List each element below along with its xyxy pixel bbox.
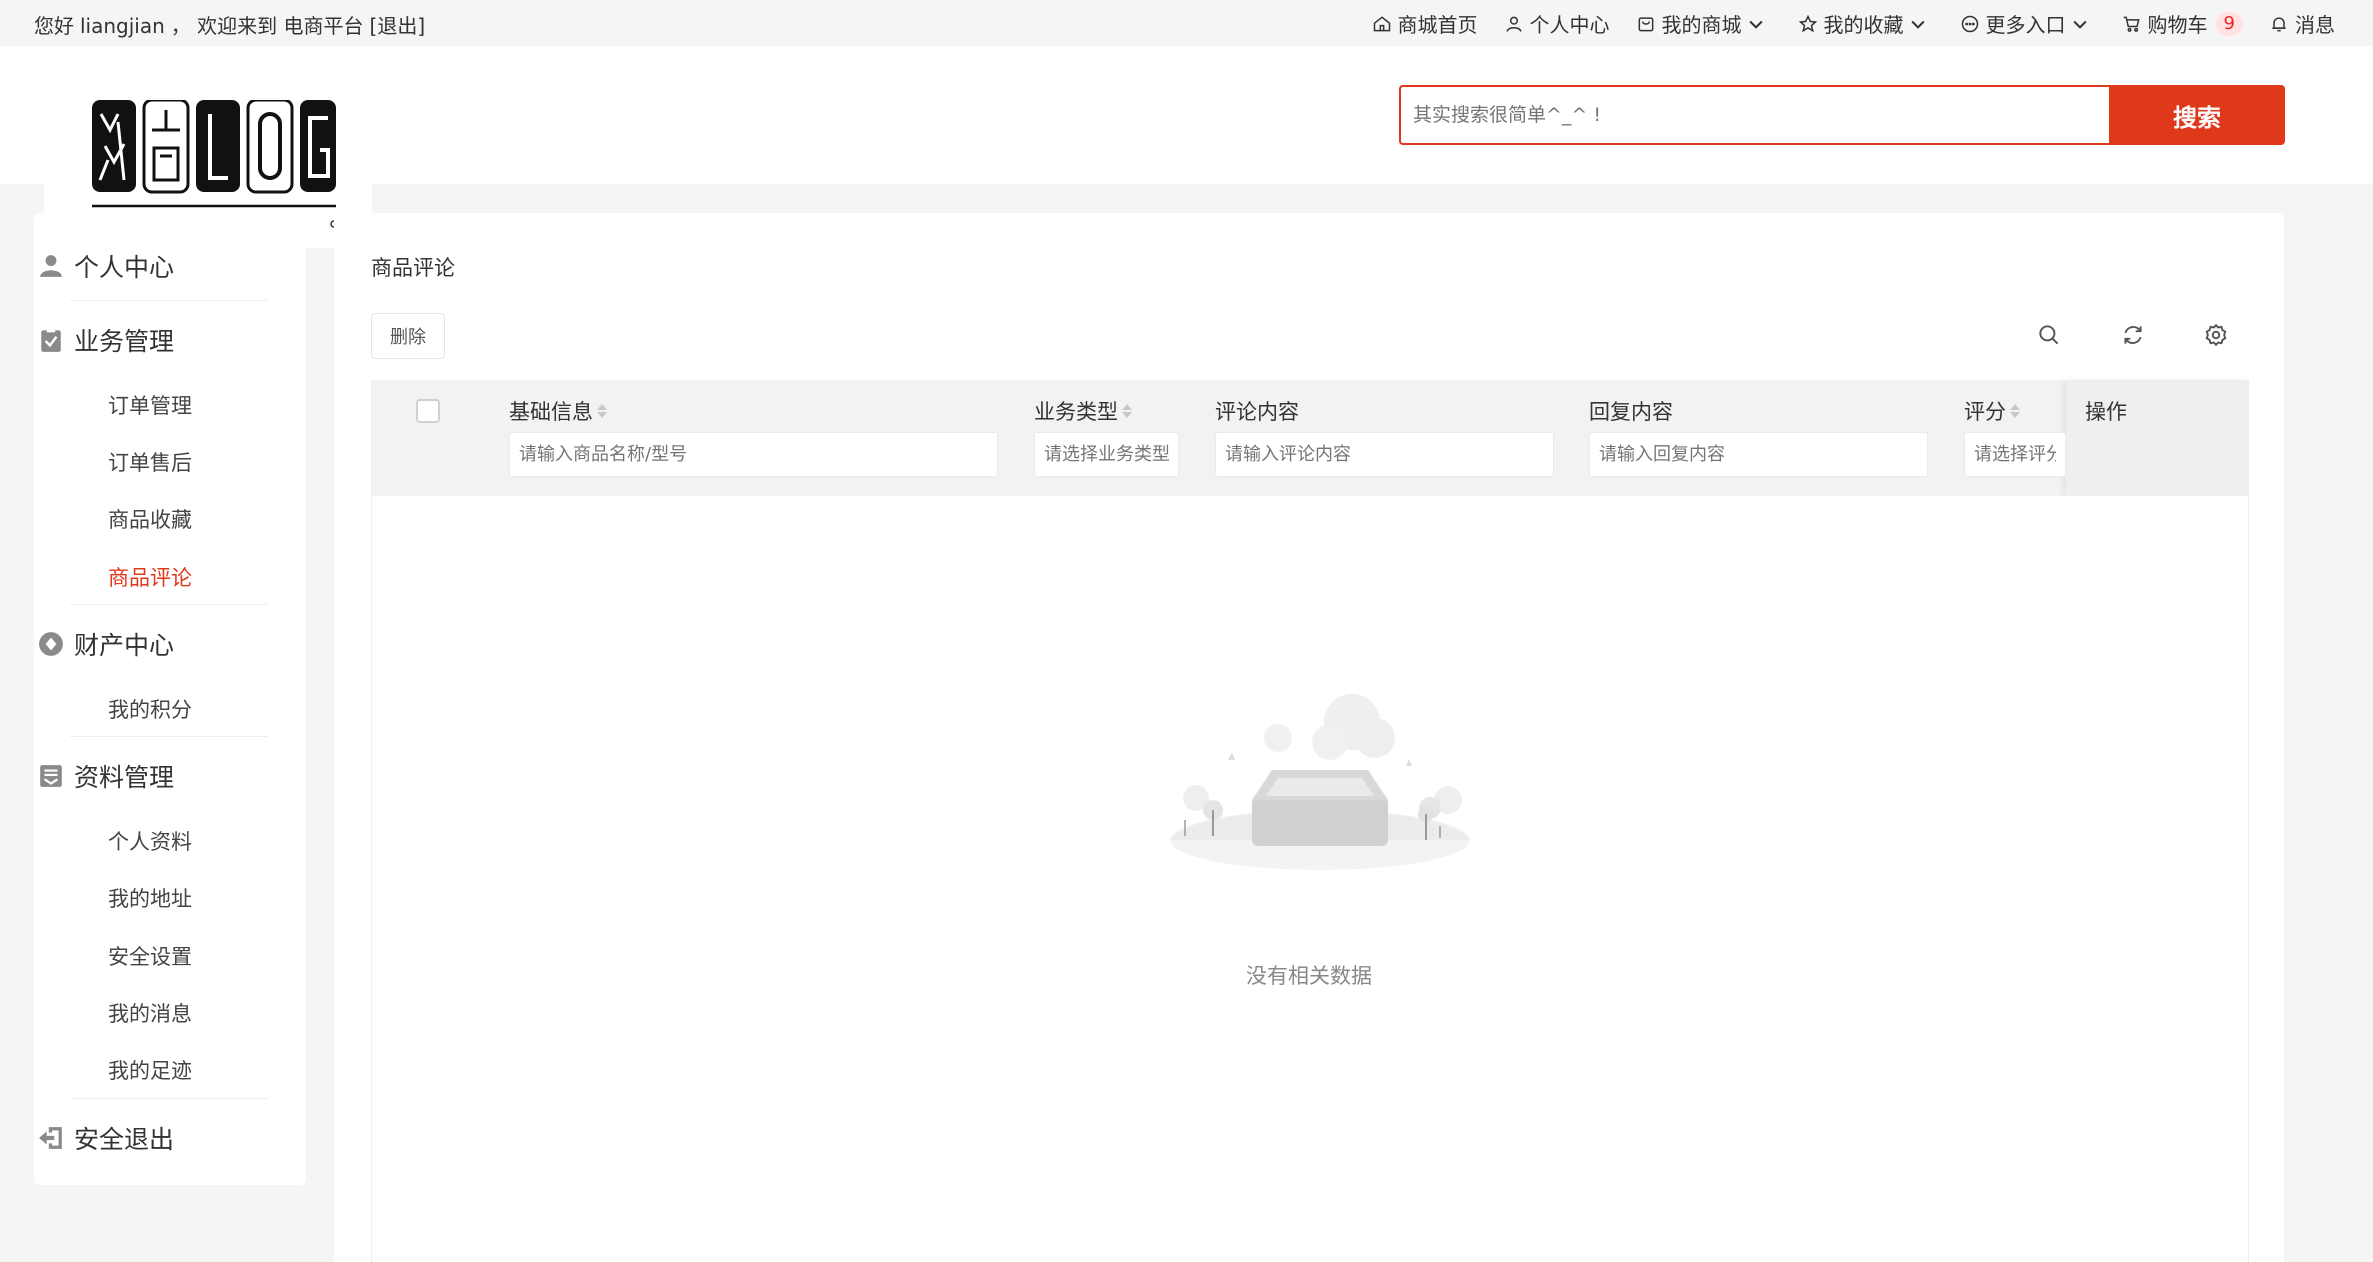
column-label: 回复内容 — [1589, 400, 1673, 424]
delete-button[interactable]: 删除 — [371, 313, 445, 359]
refresh-button[interactable] — [2120, 322, 2146, 348]
sidebar-group-assets[interactable]: 财产中心 — [38, 624, 268, 664]
sidebar-group-title: 财产中心 — [74, 631, 175, 660]
nav-home[interactable]: 商城首页 — [1372, 9, 1478, 38]
column-header-business-type[interactable]: 业务类型 — [1034, 396, 1132, 426]
nav-user-center[interactable]: 个人中心 — [1504, 9, 1610, 38]
refresh-icon — [2124, 326, 2142, 344]
user-icon — [1506, 16, 1521, 32]
greeting: 您好 liangjian， 欢迎来到 电商平台 [退出] — [34, 10, 431, 39]
column-label: 业务类型 — [1034, 400, 1118, 424]
logout-link[interactable]: [退出] — [370, 14, 426, 38]
nav-more-label: 更多入口 — [1985, 13, 2066, 37]
chevron-down-icon — [2072, 20, 2087, 29]
star-icon — [1798, 14, 1817, 32]
sidebar-group-title: 个人中心 — [74, 253, 175, 282]
column-header-reply-content: 回复内容 — [1589, 396, 1673, 426]
greeting-prefix: 您好 — [34, 14, 74, 38]
nav-favorites[interactable]: 我的收藏 — [1798, 9, 1934, 38]
sidebar-group-profile[interactable]: 资料管理 — [38, 756, 268, 796]
column-header-basic-info[interactable]: 基础信息 — [509, 396, 607, 426]
gear-icon — [2205, 323, 2227, 347]
nav-messages-label: 消息 — [2295, 13, 2335, 37]
nav-my-shop[interactable]: 我的商城 — [1636, 9, 1772, 38]
search-toggle-button[interactable] — [2036, 322, 2062, 348]
nav-user-label: 个人中心 — [1529, 13, 1610, 37]
search-input[interactable] — [1399, 85, 2109, 145]
profile-icon — [40, 765, 62, 787]
sidebar-group-title: 业务管理 — [74, 327, 175, 356]
nav-messages[interactable]: 消息 — [2269, 9, 2335, 38]
sidebar-item-product-favorites[interactable]: 商品收藏 — [108, 504, 192, 534]
diamond-icon — [39, 632, 63, 656]
sidebar-item-after-sales[interactable]: 订单售后 — [108, 447, 192, 477]
divider — [70, 300, 268, 301]
sort-icon[interactable] — [2010, 404, 2020, 418]
sort-icon[interactable] — [1122, 404, 1132, 418]
sidebar-item-my-address[interactable]: 我的地址 — [108, 883, 192, 913]
more-icon — [1961, 15, 1978, 32]
nav-home-label: 商城首页 — [1397, 13, 1478, 37]
filter-reply-content-input[interactable] — [1589, 432, 1928, 477]
clipboard-icon — [41, 328, 61, 352]
column-header-review-content: 评论内容 — [1215, 396, 1299, 426]
column-label: 评分 — [1964, 400, 2006, 424]
nav-cart[interactable]: 购物车 9 — [2122, 9, 2243, 38]
sidebar-logout[interactable]: 安全退出 — [38, 1118, 268, 1158]
divider — [70, 1098, 268, 1099]
divider — [70, 736, 268, 737]
chevron-down-icon — [1748, 20, 1763, 29]
logo-image — [92, 98, 338, 228]
filter-review-content-input[interactable] — [1215, 432, 1554, 477]
search-bar: 搜索 — [1399, 85, 2285, 145]
site-logo[interactable] — [88, 98, 338, 230]
search-icon — [2039, 325, 2059, 345]
sidebar-item-product-reviews[interactable]: 商品评论 — [108, 562, 192, 592]
settings-button[interactable] — [2203, 322, 2229, 348]
nav-more[interactable]: 更多入口 — [1960, 9, 2096, 38]
username: liangjian — [80, 14, 165, 38]
shop-icon — [1638, 16, 1653, 31]
nav-favorites-label: 我的收藏 — [1823, 13, 1904, 37]
nav-cart-label: 购物车 — [2147, 13, 2208, 37]
empty-state-text: 没有相关数据 — [1246, 964, 1372, 988]
user-icon — [40, 255, 62, 277]
filter-business-type-select[interactable] — [1034, 432, 1179, 477]
column-label: 评论内容 — [1215, 400, 1299, 424]
sidebar-item-my-messages[interactable]: 我的消息 — [108, 998, 192, 1028]
page-title: 商品评论 — [371, 256, 455, 280]
sidebar-item-personal-info[interactable]: 个人资料 — [108, 826, 192, 856]
empty-state-illustration — [1160, 690, 1480, 880]
top-nav: 商城首页 个人中心 我的商城 我的收藏 更多入口 购物车 9 消息 — [1346, 9, 2335, 38]
search-button[interactable]: 搜索 — [2109, 85, 2285, 145]
column-header-rating[interactable]: 评分 — [1964, 396, 2020, 426]
welcome-text: ， 欢迎来到 电商平台 — [170, 14, 364, 38]
sidebar-item-my-points[interactable]: 我的积分 — [108, 694, 192, 724]
column-label: 基础信息 — [509, 400, 593, 424]
sidebar-group-user-center[interactable]: 个人中心 — [38, 246, 268, 286]
divider — [70, 604, 268, 605]
column-label: 操作 — [2085, 400, 2127, 424]
sidebar-group-title: 资料管理 — [74, 763, 175, 792]
chevron-down-icon — [1910, 20, 1925, 29]
sidebar-item-security-settings[interactable]: 安全设置 — [108, 941, 192, 971]
sidebar-item-order-management[interactable]: 订单管理 — [108, 390, 192, 420]
bell-icon — [2272, 16, 2286, 31]
cart-count-badge: 9 — [2215, 11, 2243, 36]
filter-rating-select[interactable] — [1964, 432, 2066, 477]
logout-icon — [39, 1127, 62, 1149]
column-header-operations: 操作 — [2085, 396, 2127, 426]
filter-basic-info-input[interactable] — [509, 432, 998, 477]
select-all-checkbox[interactable] — [416, 399, 440, 423]
cart-icon — [2123, 16, 2140, 32]
sort-icon[interactable] — [597, 404, 607, 418]
sidebar-group-title: 安全退出 — [74, 1125, 175, 1154]
sidebar-item-my-footprints[interactable]: 我的足迹 — [108, 1055, 192, 1085]
home-icon — [1373, 15, 1390, 31]
sidebar-group-business[interactable]: 业务管理 — [38, 320, 268, 360]
nav-shop-label: 我的商城 — [1661, 13, 1742, 37]
top-bar: 您好 liangjian， 欢迎来到 电商平台 [退出] 商城首页 个人中心 我的商… — [0, 0, 2373, 46]
